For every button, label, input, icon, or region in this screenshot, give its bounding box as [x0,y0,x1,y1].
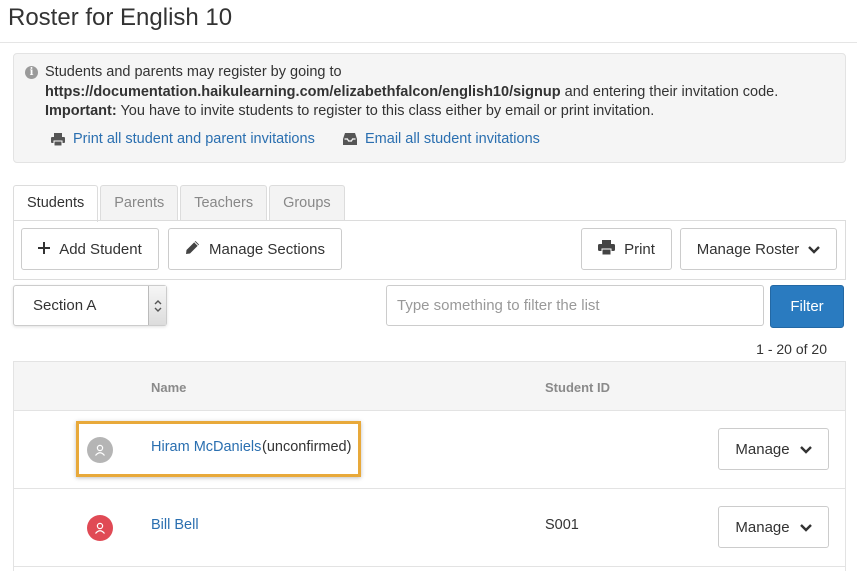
student-name-link[interactable]: Hiram McDaniels [151,439,261,455]
avatar-icon [87,515,113,541]
add-student-label: Add Student [59,240,142,258]
title-divider [0,42,857,43]
tab-groups[interactable]: Groups [269,185,345,221]
section-select[interactable]: Section A [13,285,167,326]
plus-icon [38,241,51,258]
section-select-value: Section A [33,297,97,314]
manage-sections-button[interactable]: Manage Sections [168,228,342,270]
table-row: Bill Bell S001 Manage [14,489,845,567]
filter-input[interactable] [386,285,764,326]
student-status-note: (unconfirmed) [262,439,352,455]
table-header: Name Student ID [14,361,845,411]
email-invitations-link[interactable]: Email all student invitations [343,131,540,147]
select-arrows-icon [148,286,166,325]
table-row: Hiram McDaniels (unconfirmed) Manage [14,411,845,489]
tab-students[interactable]: Students [13,185,99,222]
print-invitations-link[interactable]: Print all student and parent invitations [51,131,315,147]
inbox-icon [343,133,357,145]
roster-tabs: Students Parents Teachers Groups [13,185,345,222]
manage-roster-label: Manage Roster [696,240,800,258]
tab-teachers[interactable]: Teachers [180,185,268,221]
manage-sections-label: Manage Sections [209,240,325,258]
print-label: Print [624,240,655,258]
manage-student-button[interactable]: Manage [718,506,829,548]
info-text-suffix: You have to invite students to register … [116,103,655,119]
add-student-button[interactable]: Add Student [21,228,159,270]
roster-table: Name Student ID Hiram McDaniels (unconfi… [13,361,846,571]
pencil-icon [185,240,200,259]
print-invitations-label[interactable]: Print all student and parent invitations [73,131,315,147]
printer-icon [598,239,616,259]
chevron-down-icon [799,441,812,458]
tab-parents[interactable]: Parents [100,185,179,221]
email-invitations-label[interactable]: Email all student invitations [365,131,540,147]
column-header-name: Name [151,380,187,395]
page-title: Roster for English 10 [8,4,233,31]
info-icon: i [25,66,38,79]
chevron-down-icon [799,519,812,536]
student-id: S001 [545,517,579,533]
avatar-icon [87,437,113,463]
info-text-prefix: Students and parents may register by goi… [45,64,342,80]
manage-student-button[interactable]: Manage [718,428,829,470]
print-button[interactable]: Print [581,228,672,270]
column-header-student-id: Student ID [545,380,610,395]
manage-label: Manage [735,518,790,536]
printer-icon [51,132,65,146]
signup-url: https://documentation.haikulearning.com/… [45,83,561,100]
info-text-middle: and entering their invitation code. [560,83,779,100]
filter-button[interactable]: Filter [770,285,844,328]
info-text: Students and parents may register by goi… [45,63,840,122]
pagination-count: 1 - 20 of 20 [756,341,827,357]
chevron-down-icon [808,241,821,258]
student-name-link[interactable]: Bill Bell [151,517,199,533]
manage-label: Manage [735,440,790,458]
info-panel: i Students and parents may register by g… [13,53,846,163]
manage-roster-button[interactable]: Manage Roster [680,228,837,270]
important-label: Important: [45,103,117,119]
